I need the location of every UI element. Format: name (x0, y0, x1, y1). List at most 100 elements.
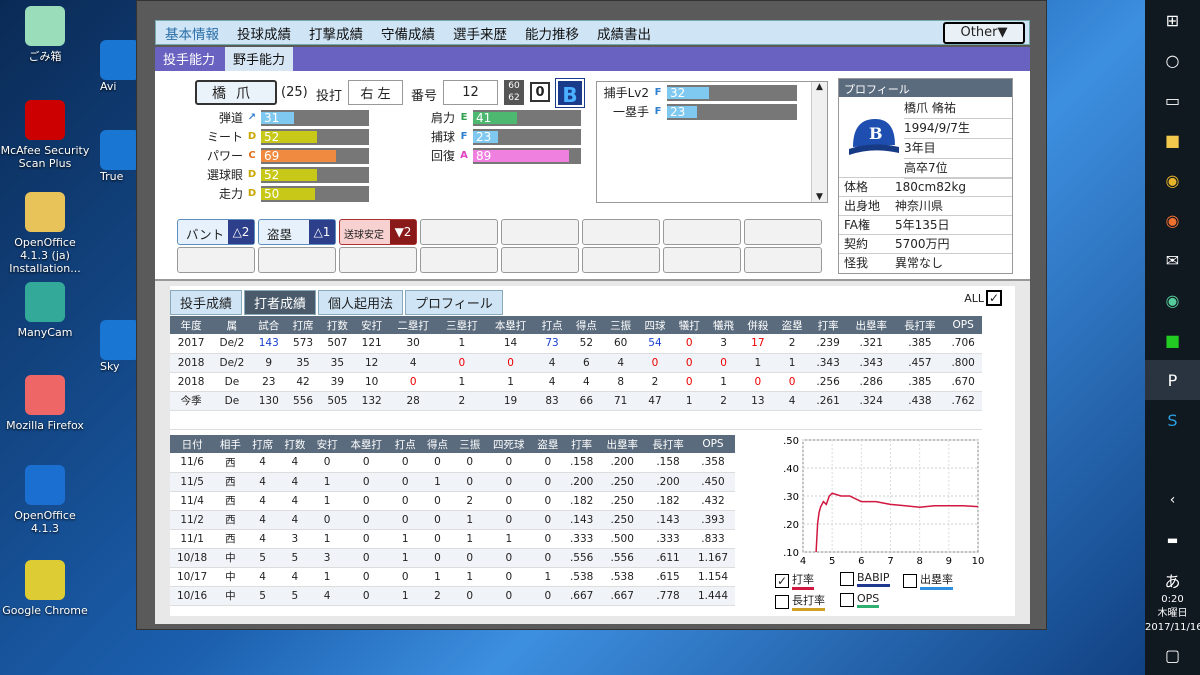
desktop-icon[interactable]: Google Chrome (0, 560, 90, 617)
menu-item[interactable]: 能力推移 (516, 23, 588, 43)
skill-slot[interactable]: 盗塁 △1 (258, 219, 336, 245)
records-tab[interactable]: 個人起用法 (318, 290, 404, 315)
legend-checkbox[interactable] (840, 572, 854, 586)
legend-toggle[interactable]: 出塁率 (903, 571, 953, 590)
table-cell: 4 (534, 353, 570, 373)
windows-start-icon[interactable]: ⊞ (1145, 0, 1200, 40)
desktop-icon[interactable]: OpenOffice 4.1.3 (0, 465, 90, 535)
sub-tab[interactable]: 投手能力 (155, 47, 223, 71)
desktop-icon[interactable]: McAfee Security Scan Plus (0, 100, 90, 170)
table-row[interactable]: 今季 De 130 556 505 132 28 2 19 83 66 71 47 1 2 13 4.261.3… (170, 391, 982, 411)
empty-skill-slot[interactable] (339, 247, 417, 273)
skype-taskbar-icon[interactable]: S (1145, 400, 1200, 440)
desktop-icon-partial[interactable]: Sky (100, 320, 136, 373)
records-tab[interactable]: 投手成績 (170, 290, 243, 315)
empty-skill-slot[interactable] (663, 247, 741, 273)
legend-checkbox[interactable] (775, 594, 789, 609)
cortana-icon[interactable]: ○ (1145, 40, 1200, 80)
table-cell: De (212, 391, 252, 411)
table-cell: 35 (320, 353, 355, 373)
records-tab[interactable]: プロフィール (405, 290, 503, 315)
desktop-icon[interactable]: Mozilla Firefox (0, 375, 90, 432)
scroll-up-icon[interactable]: ▲ (812, 82, 827, 92)
legend-toggle[interactable]: BABIP (840, 571, 890, 587)
mail-icon[interactable]: ✉ (1145, 240, 1200, 280)
empty-skill-slot[interactable] (420, 247, 498, 273)
legend-checkbox[interactable] (840, 593, 854, 607)
table-row[interactable]: 10/16 中 5 5 4 0 1 2 0 0 0.667.667.778 1.444 (170, 586, 735, 606)
firefox-taskbar-icon[interactable]: ◉ (1145, 200, 1200, 240)
table-cell: .250 (599, 491, 646, 511)
other-dropdown[interactable]: Other▼ (943, 22, 1025, 44)
records-tab[interactable]: 打者成績 (244, 290, 317, 315)
table-row[interactable]: 2018 De 23 42 39 10 0 1 1 4 4 8 2 0 1 0 0.256.286.385.67… (170, 372, 982, 392)
column-header: 三振 (453, 435, 486, 453)
task-view-icon[interactable]: ▭ (1145, 80, 1200, 120)
table-row[interactable]: 10/17 中 4 4 1 0 0 1 1 0 1.538.538.615 1.154 (170, 567, 735, 587)
table-row[interactable]: 10/18 中 5 5 3 0 1 0 0 0 0.556.556.611 1.167 (170, 548, 735, 568)
empty-skill-slot[interactable] (177, 247, 255, 273)
table-row[interactable]: 11/2 西 4 4 0 0 0 0 1 0 0.143.250.143.393 (170, 510, 735, 530)
desktop-icon[interactable]: ごみ箱 (0, 6, 90, 63)
desktop-icon-partial[interactable]: Avi (100, 40, 136, 93)
table-row[interactable]: 11/1 西 4 3 1 0 1 0 1 1 0.333.500.333.833 (170, 529, 735, 549)
empty-skill-slot[interactable] (744, 247, 822, 273)
column-header: 犠打 (672, 316, 707, 334)
legend-toggle[interactable]: 長打率 (775, 592, 825, 611)
table-row[interactable]: 2018 De/2 9 35 35 12 4 0 0 4 6 4 0 0 0 1 1.343.343.457.8… (170, 353, 982, 373)
empty-skill-slot[interactable] (744, 219, 822, 245)
menu-item[interactable]: 成績書出 (588, 23, 660, 43)
desktop-icon[interactable]: OpenOffice 4.1.3 (ja) Installation... (0, 192, 90, 275)
pawapuro-taskbar-icon[interactable]: P (1145, 360, 1200, 400)
chevron-left-icon[interactable]: ‹ (1145, 480, 1200, 520)
menu-item[interactable]: 基本情報 (156, 23, 228, 43)
empty-skill-slot[interactable] (501, 247, 579, 273)
table-row[interactable]: 11/5 西 4 4 1 0 0 1 0 0 0.200.250.200.450 (170, 472, 735, 492)
desktop-icon-partial[interactable]: True (100, 130, 136, 183)
clock[interactable]: 0:20 木曜日 2017/11/16 (1145, 593, 1200, 635)
table-cell: 4 (278, 567, 312, 587)
menu-item[interactable]: 投球成績 (228, 23, 300, 43)
game-log-table: 日付 相手 打席 打数 安打 本塁打 打点 得点 三振 四死球 盗塁 打率 出塁率 長打率 OPS 11/6 西… (170, 435, 735, 606)
menu-item[interactable]: 選手来歴 (444, 23, 516, 43)
positions-list[interactable]: 捕手Lv2 F 32 一塁手 F 23 ▲ ▼ (596, 81, 828, 203)
table-cell: 505 (320, 391, 355, 411)
legend-checkbox[interactable]: ✓ (775, 573, 789, 588)
scroll-down-icon[interactable]: ▼ (812, 192, 827, 202)
all-toggle[interactable]: ALL ✓ (964, 290, 1005, 306)
empty-skill-slot[interactable] (663, 219, 741, 245)
skill-slot[interactable]: 送球安定 ▼2 (339, 219, 417, 245)
desktop-icon[interactable]: ManyCam (0, 282, 90, 339)
positions-scrollbar[interactable]: ▲ ▼ (811, 82, 827, 202)
legend-checkbox[interactable] (903, 573, 917, 588)
table-row[interactable]: 11/6 西 4 4 0 0 0 0 0 0 0.158.200.158.358 (170, 453, 735, 473)
chrome-taskbar-icon[interactable]: ◉ (1145, 160, 1200, 200)
table-cell: 0 (485, 472, 532, 492)
all-checkbox[interactable]: ✓ (986, 290, 1002, 306)
table-cell: 39 (320, 372, 355, 392)
table-row[interactable]: 11/4 西 4 4 1 0 0 0 2 0 0.182.250.182.432 (170, 491, 735, 511)
table-cell: 2 (437, 391, 487, 411)
table-cell: 4 (246, 510, 279, 530)
table-cell: 4 (775, 391, 810, 411)
empty-skill-slot[interactable] (582, 219, 660, 245)
empty-skill-slot[interactable] (258, 247, 336, 273)
column-header: 試合 (251, 316, 286, 334)
menu-item[interactable]: 打撃成績 (300, 23, 372, 43)
table-cell: .143 (645, 510, 691, 530)
empty-skill-slot[interactable] (420, 219, 498, 245)
sub-tab[interactable]: 野手能力 (225, 47, 294, 71)
explorer-icon[interactable]: ■ (1145, 120, 1200, 160)
skill-slot[interactable]: バント △2 (177, 219, 255, 245)
notification-icon[interactable]: ▢ (1145, 635, 1200, 675)
menu-item[interactable]: 守備成績 (372, 23, 444, 43)
table-cell: .321 (846, 334, 896, 354)
stat-row: 選球眼 D 52 (193, 166, 369, 183)
empty-skill-slot[interactable] (582, 247, 660, 273)
manycam-taskbar-icon[interactable]: ◉ (1145, 280, 1200, 320)
legend-toggle[interactable]: ✓ 打率 (775, 571, 814, 590)
empty-skill-slot[interactable] (501, 219, 579, 245)
line-icon[interactable]: ■ (1145, 320, 1200, 360)
legend-toggle[interactable]: OPS (840, 592, 880, 608)
table-row[interactable]: 2017 De/2 143 573 507 121 30 1 14 73 52 60 54 0 3 17 2.2… (170, 334, 982, 354)
